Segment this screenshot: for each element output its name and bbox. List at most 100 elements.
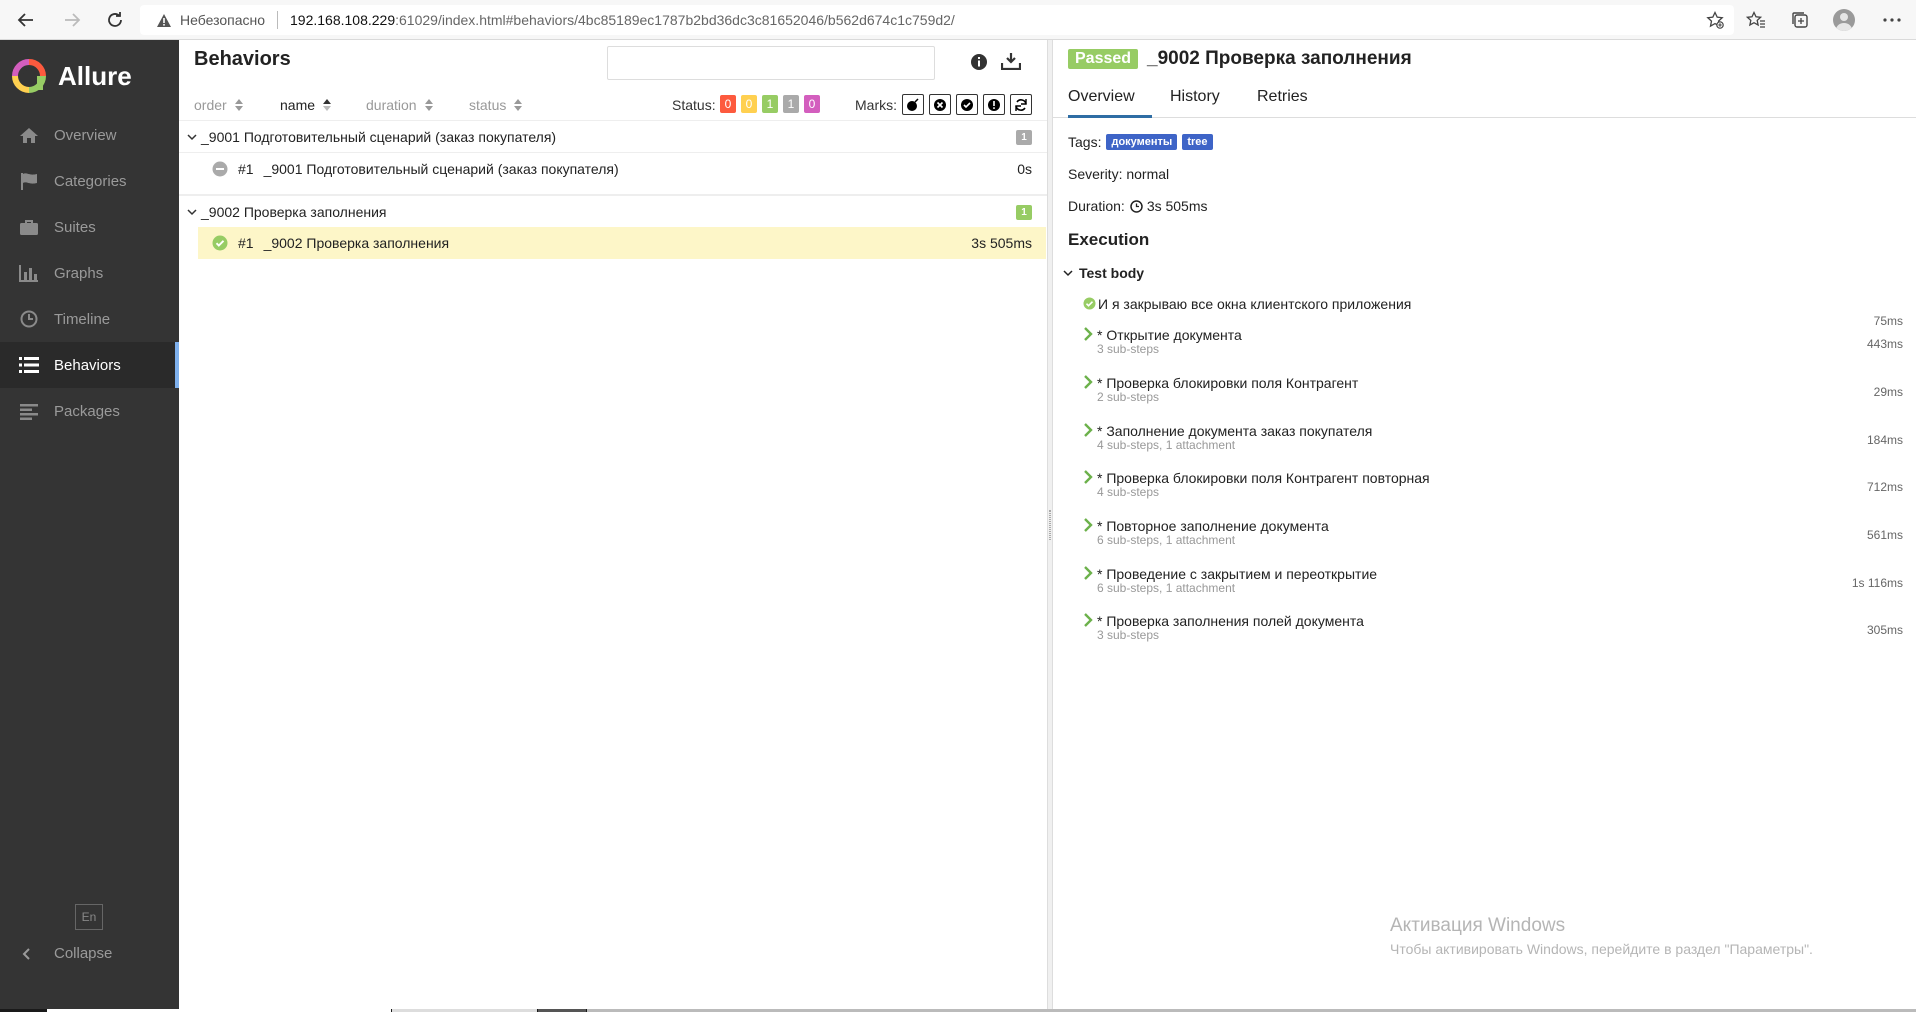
step-substeps: 3 sub-steps — [1097, 342, 1160, 356]
collapse-button[interactable]: Collapse — [22, 945, 112, 962]
chevron-right-icon — [1084, 327, 1093, 341]
sidebar-item-behaviors[interactable]: Behaviors — [0, 342, 179, 388]
home-icon — [18, 127, 40, 144]
step-name: * Проверка блокировки поля Контрагент — [1097, 375, 1359, 391]
download-icon[interactable] — [1001, 52, 1021, 70]
status-passed-count[interactable]: 1 — [762, 95, 778, 113]
severity-text: Severity: normal — [1068, 166, 1170, 182]
sidebar-item-overview[interactable]: Overview — [0, 112, 179, 158]
sort-asc-icon — [323, 99, 332, 111]
align-left-icon — [18, 403, 40, 420]
sidebar-item-timeline[interactable]: Timeline — [0, 296, 179, 342]
skipped-status-icon — [212, 161, 228, 177]
step-item[interactable]: * Проверка блокировки поля Контрагент 2 … — [1083, 375, 1903, 411]
profile-button[interactable] — [1822, 0, 1866, 40]
reload-button[interactable] — [95, 0, 135, 40]
forward-button[interactable] — [52, 0, 92, 40]
step-name: И я закрываю все окна клиентского прилож… — [1098, 296, 1412, 312]
sort-icon — [514, 99, 523, 111]
sidebar-item-suites[interactable]: Suites — [0, 204, 179, 250]
step-substeps: 4 sub-steps, 1 attachment — [1097, 438, 1236, 452]
back-button[interactable] — [6, 0, 46, 40]
tab-history[interactable]: History — [1170, 88, 1220, 118]
tree-group[interactable]: _9001 Подготовительный сценарий (заказ п… — [179, 120, 1047, 152]
sidebar-item-label: Packages — [54, 402, 120, 420]
execution-title: Execution — [1068, 230, 1150, 249]
url-path: :61029/index.html#behaviors/4bc85189ec17… — [395, 12, 955, 28]
test-name: _9002 Проверка заполнения — [263, 235, 450, 251]
step-item[interactable]: * Проверка заполнения полей документа 3 … — [1083, 613, 1903, 649]
language-button[interactable]: En — [75, 904, 103, 930]
step-name: * Заполнение документа заказ покупателя — [1097, 423, 1373, 439]
behaviors-pane: Behaviors order name duration status Sta… — [179, 40, 1047, 1009]
tags-row: Tags: документы tree — [1068, 134, 1213, 150]
test-body-toggle[interactable]: Test body — [1063, 265, 1144, 281]
address-separator — [277, 11, 279, 29]
step-substeps: 4 sub-steps — [1097, 485, 1160, 499]
favorite-add-button[interactable] — [1706, 11, 1724, 29]
status-broken-count[interactable]: 0 — [741, 95, 757, 113]
chevron-left-icon — [22, 947, 30, 960]
sidebar-item-graphs[interactable]: Graphs — [0, 250, 179, 296]
splitter-grip[interactable] — [1049, 510, 1051, 540]
sidebar-item-label: Behaviors — [54, 356, 121, 374]
chevron-down-icon — [1063, 270, 1073, 277]
status-failed-count[interactable]: 0 — [720, 95, 736, 113]
test-order: #1 — [238, 235, 254, 251]
mark-new-broken-button[interactable] — [983, 94, 1005, 115]
test-body-label: Test body — [1079, 265, 1145, 281]
step-substeps: 3 sub-steps — [1097, 628, 1160, 642]
passed-status-icon — [212, 235, 228, 251]
sidebar-item-label: Timeline — [54, 310, 111, 328]
sidebar: Allure Overview Categories Suites Graphs… — [0, 40, 179, 1009]
sidebar-item-label: Categories — [54, 172, 127, 190]
step-item[interactable]: * Открытие документа 3 sub-steps 443ms — [1083, 327, 1903, 363]
step-item[interactable]: * Повторное заполнение документа 6 sub-s… — [1083, 518, 1903, 554]
sort-duration[interactable]: duration — [366, 97, 433, 113]
tree-group[interactable]: _9002 Проверка заполнения 1 — [179, 195, 1047, 227]
step-item[interactable]: * Проверка блокировки поля Контрагент по… — [1083, 470, 1903, 506]
step-item[interactable]: * Проведение с закрытием и переоткрытие … — [1083, 566, 1903, 602]
sort-icon — [424, 99, 433, 111]
chevron-right-icon — [1084, 566, 1093, 580]
more-button[interactable] — [1872, 0, 1912, 40]
group-name: _9002 Проверка заполнения — [201, 203, 387, 220]
tree-leaf[interactable]: #1 _9002 Проверка заполнения 3s 505ms — [198, 227, 1046, 259]
sidebar-item-packages[interactable]: Packages — [0, 388, 179, 434]
brand[interactable]: Allure — [0, 40, 179, 112]
info-icon[interactable] — [970, 53, 988, 71]
tree-leaf[interactable]: #1 _9001 Подготовительный сценарий (зака… — [198, 153, 1046, 185]
mark-flaky-button[interactable] — [902, 94, 924, 115]
sort-order[interactable]: order — [194, 97, 243, 113]
mark-new-passed-button[interactable] — [956, 94, 978, 115]
clock-icon — [18, 310, 40, 328]
browser-toolbar: Небезопасно 192.168.108.229:61029/index.… — [0, 0, 1916, 40]
sort-name[interactable]: name — [280, 97, 332, 113]
address-bar[interactable]: Небезопасно 192.168.108.229:61029/index.… — [140, 5, 1734, 35]
sort-order-label: order — [194, 97, 227, 113]
tags-label: Tags: — [1068, 134, 1102, 150]
test-duration: 3s 505ms — [971, 235, 1032, 251]
mark-new-failed-button[interactable] — [929, 94, 951, 115]
test-order: #1 — [238, 161, 254, 177]
status-skipped-count[interactable]: 1 — [783, 95, 799, 113]
search-input[interactable] — [607, 46, 935, 80]
collections-button[interactable] — [1778, 0, 1822, 40]
mark-retries-button[interactable] — [1010, 94, 1032, 115]
chevron-right-icon — [1084, 423, 1093, 437]
duration-label: Duration: — [1068, 198, 1125, 214]
step-duration: 561ms — [1866, 528, 1903, 542]
tab-retries[interactable]: Retries — [1257, 88, 1308, 118]
sidebar-item-categories[interactable]: Categories — [0, 158, 179, 204]
sort-status[interactable]: status — [469, 97, 523, 113]
tab-overview[interactable]: Overview — [1068, 88, 1152, 118]
clock-icon — [1130, 199, 1143, 213]
step-duration: 712ms — [1866, 480, 1903, 494]
check-circle-icon — [961, 98, 973, 111]
status-unknown-count[interactable]: 0 — [804, 95, 820, 113]
group-count-badge: 1 — [1016, 130, 1032, 145]
reload-icon — [108, 11, 122, 27]
favorites-button[interactable] — [1734, 0, 1778, 40]
collapse-label: Collapse — [54, 945, 113, 962]
step-item[interactable]: * Заполнение документа заказ покупателя … — [1083, 423, 1903, 459]
